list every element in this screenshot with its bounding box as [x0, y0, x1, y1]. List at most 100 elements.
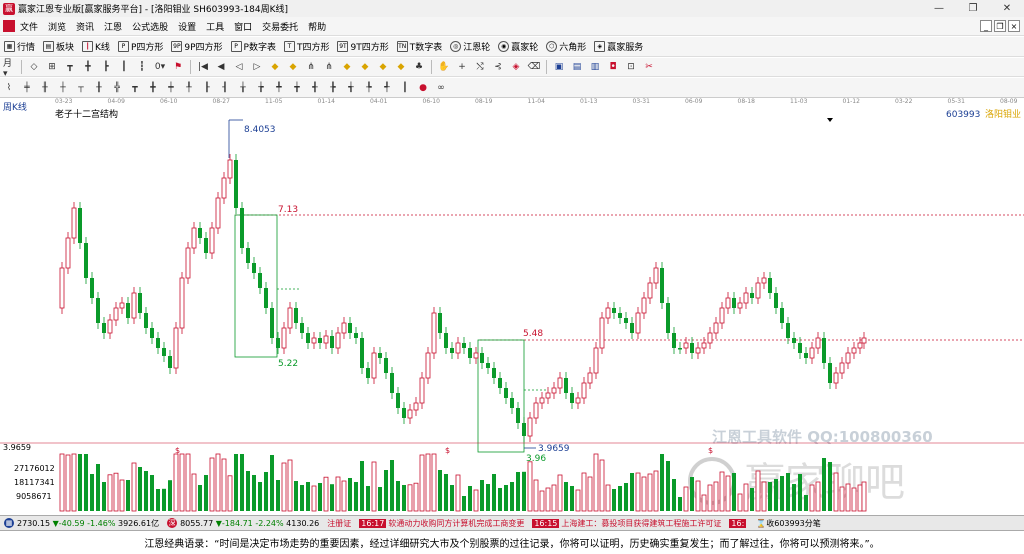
first-icon[interactable]: |◀ — [197, 61, 209, 73]
red-circle-icon[interactable]: ● — [417, 82, 429, 94]
hand-icon[interactable]: ✋ — [438, 61, 450, 73]
magnet-icon[interactable]: ⤭ — [474, 61, 486, 73]
news-ticker-item[interactable]: 16: — [725, 518, 752, 528]
bar-alt-icon[interactable]: ┣ — [100, 61, 112, 73]
ray-tool-icon[interactable]: ╊ — [327, 82, 339, 94]
mdi-minimize-button[interactable]: _ — [980, 20, 992, 32]
record-icon[interactable]: ◘ — [607, 61, 619, 73]
flag-icon[interactable]: ⚑ — [172, 61, 184, 73]
restore-button[interactable]: ❐ — [956, 0, 990, 17]
next-icon[interactable]: ▷ — [251, 61, 263, 73]
fan-icon[interactable]: ⊰ — [492, 61, 504, 73]
tree-icon[interactable]: ♣ — [413, 61, 425, 73]
menu-settings[interactable]: 设置 — [173, 20, 201, 33]
time-tool-icon[interactable]: ┬ — [75, 82, 87, 94]
gann-fan-tool-icon[interactable]: ╅ — [345, 82, 357, 94]
channel-tool-icon[interactable]: ╂ — [93, 82, 105, 94]
square-tool-icon[interactable]: ╄ — [363, 82, 375, 94]
favorite-stock[interactable]: ⌛ 收603993分笔 — [752, 518, 825, 529]
toolbar-market-button[interactable]: ▦ 行情 — [0, 40, 39, 53]
pointer-icon[interactable]: ◇ — [28, 61, 40, 73]
level-tool-icon[interactable]: ╪ — [21, 82, 33, 94]
save-icon[interactable]: ▤ — [571, 61, 583, 73]
menu-formula[interactable]: 公式选股 — [127, 20, 173, 33]
news-ticker-item[interactable]: 注册证 — [323, 518, 355, 529]
toolbar-p-square-button[interactable]: P P四方形 — [114, 40, 167, 53]
group-tool-icon[interactable]: ╁ — [237, 82, 249, 94]
candle-icon[interactable]: ┃ — [118, 61, 130, 73]
close-button[interactable]: ✕ — [990, 0, 1024, 17]
toolbar-winner-wheel-button[interactable]: ◉ 赢家轮 — [494, 40, 542, 53]
menu-tools[interactable]: 工具 — [201, 20, 229, 33]
menu-window[interactable]: 窗口 — [229, 20, 257, 33]
toolbar-p-table-button[interactable]: P P数字表 — [227, 40, 280, 53]
diamond-3-icon[interactable]: ◆ — [341, 61, 353, 73]
date-tool-icon[interactable]: ┃ — [399, 82, 411, 94]
toolbar-t-square-button[interactable]: T T四方形 — [280, 40, 334, 53]
toolbar-9p-square-button[interactable]: 9P 9P四方形 — [167, 40, 226, 53]
link-icon[interactable]: ∞ — [435, 82, 447, 94]
diamond-4-icon[interactable]: ◆ — [359, 61, 371, 73]
eraser-icon[interactable]: ⌫ — [528, 61, 541, 73]
angle-tool-icon[interactable]: ╇ — [273, 82, 285, 94]
arc-tool-icon[interactable]: ╈ — [291, 82, 303, 94]
toolbar-gann-wheel-button[interactable]: ◎ 江恩轮 — [446, 40, 494, 53]
sz-index[interactable]: 深 8055.77 ▼-184.71 -2.24% 4130.26 — [163, 518, 323, 528]
back-icon[interactable]: ◀ — [215, 61, 227, 73]
line-tool-icon[interactable]: ┼ — [57, 82, 69, 94]
cross-icon[interactable]: + — [456, 61, 468, 73]
menu-trade[interactable]: 交易委托 — [257, 20, 303, 33]
cross-tool-icon[interactable]: ╋ — [147, 82, 159, 94]
dropdown-arrow-icon[interactable] — [827, 118, 833, 122]
spiral-tool-icon[interactable]: ╉ — [309, 82, 321, 94]
diamond-2-icon[interactable]: ◆ — [287, 61, 299, 73]
news-ticker-item[interactable]: 16:15 上海建工：募投项目获得建筑工程施工许可证 — [528, 518, 725, 529]
toolbar-9t-square-button[interactable]: 9T 9T四方形 — [333, 40, 392, 53]
toolbar-kline-button[interactable]: ┃ K线 — [78, 40, 114, 53]
fork-icon[interactable]: ⋔ — [305, 61, 317, 73]
span-tool-icon[interactable]: ┨ — [219, 82, 231, 94]
scissors-icon[interactable]: ✂ — [643, 61, 655, 73]
diamond-1-icon[interactable]: ◆ — [269, 61, 281, 73]
chart-area[interactable]: 03-23 04-09 06-10 08-27 11-05 01-14 04-01 06-10… — [0, 98, 1024, 515]
wave-tool-icon[interactable]: ⌇ — [3, 82, 15, 94]
bars-icon[interactable]: ╋ — [82, 61, 94, 73]
calc-icon[interactable]: ▣ — [553, 61, 565, 73]
window-icon[interactable]: ▥ — [589, 61, 601, 73]
menu-gann[interactable]: 江恩 — [99, 20, 127, 33]
candle-body — [113, 307, 119, 321]
prev-icon[interactable]: ◁ — [233, 61, 245, 73]
toolbar-hexagon-button[interactable]: ⬡ 六角形 — [542, 40, 590, 53]
period-dropdown-icon[interactable]: 月▾ — [3, 59, 15, 79]
grid-lines-icon[interactable]: ⊞ — [46, 61, 58, 73]
mdi-close-button[interactable]: × — [1008, 20, 1020, 32]
fib-tool-icon[interactable]: ╫ — [39, 82, 51, 94]
bar-icon[interactable]: ┳ — [64, 61, 76, 73]
zero-icon[interactable]: 0▾ — [154, 61, 166, 73]
menu-browse[interactable]: 浏览 — [43, 20, 71, 33]
sh-index[interactable]: ▦ 2730.15 ▼-40.59 -1.46% 3926.61亿 — [0, 518, 163, 529]
kline-chart[interactable]: 03-23 04-09 06-10 08-27 11-05 01-14 04-01 06-10… — [0, 98, 1024, 515]
cycle-tool-icon[interactable]: ╬ — [111, 82, 123, 94]
mdi-restore-button[interactable]: ❐ — [994, 20, 1006, 32]
toolbar-sector-button[interactable]: ▤ 板块 — [39, 40, 78, 53]
mark-tool-icon[interactable]: ╀ — [183, 82, 195, 94]
diamond-6-icon[interactable]: ◆ — [395, 61, 407, 73]
pitch-tool-icon[interactable]: ╃ — [381, 82, 393, 94]
toolbar-t-table-button[interactable]: TN T数字表 — [393, 40, 447, 53]
camera-icon[interactable]: ⊡ — [625, 61, 637, 73]
box-tool-icon[interactable]: ╆ — [255, 82, 267, 94]
diamond-5-icon[interactable]: ◆ — [377, 61, 389, 73]
menu-file[interactable]: 文件 — [15, 20, 43, 33]
news-ticker-item[interactable]: 16:17 软通动力收购同方计算机完成工商变更 — [355, 518, 528, 529]
menu-help[interactable]: 帮助 — [303, 20, 331, 33]
shape-icon[interactable]: ◈ — [510, 61, 522, 73]
split-tool-icon[interactable]: ┿ — [165, 82, 177, 94]
fork-alt-icon[interactable]: ⋔ — [323, 61, 335, 73]
toolbar-service-button[interactable]: ◈ 赢家服务 — [590, 40, 647, 53]
minimize-button[interactable]: — — [922, 0, 956, 17]
range-tool-icon[interactable]: ┠ — [201, 82, 213, 94]
bar-tool-icon[interactable]: ┳ — [129, 82, 141, 94]
menu-news[interactable]: 资讯 — [71, 20, 99, 33]
candle-alt-icon[interactable]: ┇ — [136, 61, 148, 73]
